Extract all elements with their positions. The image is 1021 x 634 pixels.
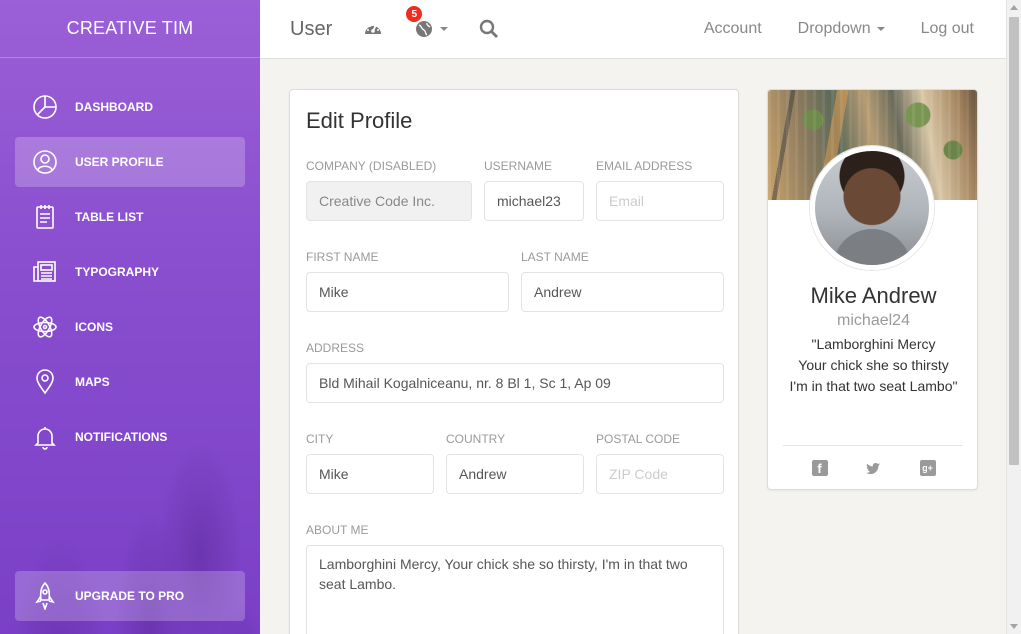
- sidebar-item-label: USER PROFILE: [75, 155, 164, 169]
- last-name-field[interactable]: Andrew: [521, 272, 724, 312]
- social-links: f g+: [768, 460, 977, 476]
- city-field[interactable]: Mike: [306, 454, 434, 494]
- sidebar-nav: DASHBOARD USER PROFILE TABLE LIST TYPOGR…: [15, 82, 245, 467]
- sidebar-item-user-profile[interactable]: USER PROFILE: [15, 137, 245, 187]
- quote-line: I'm in that two seat Lambo": [789, 378, 958, 394]
- country-field[interactable]: Andrew: [446, 454, 584, 494]
- first-name-label: FIRST NAME: [306, 250, 379, 264]
- company-label: COMPANY (DISABLED): [306, 159, 437, 173]
- globe-icon: [416, 21, 433, 37]
- sidebar-item-label: ICONS: [75, 320, 114, 334]
- news-paper-icon: [31, 258, 59, 286]
- map-pin-icon: [31, 368, 59, 396]
- dropdown-menu[interactable]: Dropdown: [798, 20, 885, 38]
- twitter-icon[interactable]: [866, 460, 882, 476]
- google-plus-icon[interactable]: g+: [919, 460, 936, 476]
- scroll-down-arrow-icon[interactable]: [1010, 624, 1018, 629]
- sidebar-item-maps[interactable]: MAPS: [15, 357, 245, 407]
- address-label: ADDRESS: [306, 341, 365, 355]
- profile-handle: michael24: [837, 312, 910, 329]
- sidebar-item-notifications[interactable]: NOTIFICATIONS: [15, 412, 245, 462]
- edit-profile-card: Edit Profile COMPANY (DISABLED) Creative…: [289, 89, 739, 634]
- card-title: Edit Profile: [306, 108, 413, 133]
- account-link[interactable]: Account: [704, 20, 762, 38]
- dropdown-label: Dropdown: [797, 20, 871, 37]
- sidebar-item-icons[interactable]: ICONS: [15, 302, 245, 352]
- scrollbar-thumb[interactable]: [1009, 17, 1019, 465]
- sidebar-item-typography[interactable]: TYPOGRAPHY: [15, 247, 245, 297]
- logout-link[interactable]: Log out: [921, 20, 974, 38]
- scroll-up-arrow-icon[interactable]: [1010, 5, 1018, 10]
- sidebar-item-label: MAPS: [75, 375, 110, 389]
- search-icon[interactable]: [478, 18, 500, 40]
- bell-icon: [31, 423, 59, 451]
- address-field[interactable]: Bld Mihail Kogalniceanu, nr. 8 Bl 1, Sc …: [306, 363, 724, 403]
- rocket-icon: [31, 582, 59, 610]
- sidebar-item-label: NOTIFICATIONS: [75, 430, 168, 444]
- upgrade-label: UPGRADE TO PRO: [75, 589, 185, 603]
- city-label: CITY: [306, 432, 334, 446]
- sidebar-item-table-list[interactable]: TABLE LIST: [15, 192, 245, 242]
- sidebar-item-label: DASHBOARD: [75, 100, 153, 114]
- quote-line: "Lamborghini Mercy: [811, 336, 936, 352]
- divider: [783, 445, 963, 446]
- user-circle-icon: [31, 148, 59, 176]
- first-name-field[interactable]: Mike: [306, 272, 509, 312]
- username-label: USERNAME: [484, 159, 553, 173]
- notebook-icon: [31, 203, 59, 231]
- sidebar-item-label: TYPOGRAPHY: [75, 265, 160, 279]
- sidebar-item-label: TABLE LIST: [75, 210, 144, 224]
- postal-code-label: POSTAL CODE: [596, 432, 681, 446]
- profile-name: Mike Andrew: [810, 283, 937, 308]
- caret-down-icon: [876, 27, 885, 31]
- brand-logo[interactable]: CREATIVE TIM: [0, 0, 260, 58]
- username-field[interactable]: michael23: [484, 181, 584, 221]
- last-name-label: LAST NAME: [521, 250, 589, 264]
- company-field: Creative Code Inc.: [306, 181, 472, 221]
- facebook-icon[interactable]: f: [811, 460, 828, 476]
- postal-code-field[interactable]: ZIP Code: [596, 454, 724, 494]
- caret-down-icon: [440, 27, 449, 31]
- quote-line: Your chick she so thirsty: [798, 357, 949, 373]
- upgrade-to-pro-button[interactable]: UPGRADE TO PRO: [15, 571, 245, 621]
- user-profile-card: Mike Andrew michael24 "Lamborghini Mercy…: [767, 89, 978, 490]
- country-label: COUNTRY: [446, 432, 506, 446]
- profile-quote: "Lamborghini Mercy Your chick she so thi…: [768, 334, 977, 397]
- atom-icon: [31, 313, 59, 341]
- avatar: [810, 146, 934, 270]
- navbar-right-menu: Account Dropdown Log out: [704, 20, 1006, 38]
- top-navbar: User 5 Account Dropdown Log out: [260, 0, 1006, 59]
- email-field[interactable]: Email: [596, 181, 724, 221]
- globe-notifications-dropdown[interactable]: 5: [406, 6, 449, 40]
- about-me-label: ABOUT ME: [306, 523, 369, 537]
- about-me-textarea[interactable]: Lamborghini Mercy, Your chick she so thi…: [306, 545, 724, 634]
- chart-pie-icon: [31, 93, 59, 121]
- dashboard-gauge-icon[interactable]: [362, 18, 384, 40]
- sidebar-item-dashboard[interactable]: DASHBOARD: [15, 82, 245, 132]
- page-scrollbar[interactable]: [1006, 0, 1021, 634]
- page-title[interactable]: User: [290, 18, 332, 41]
- email-label: EMAIL ADDRESS: [596, 159, 693, 173]
- sidebar: CREATIVE TIM DASHBOARD USER PROFILE TABL…: [0, 0, 260, 634]
